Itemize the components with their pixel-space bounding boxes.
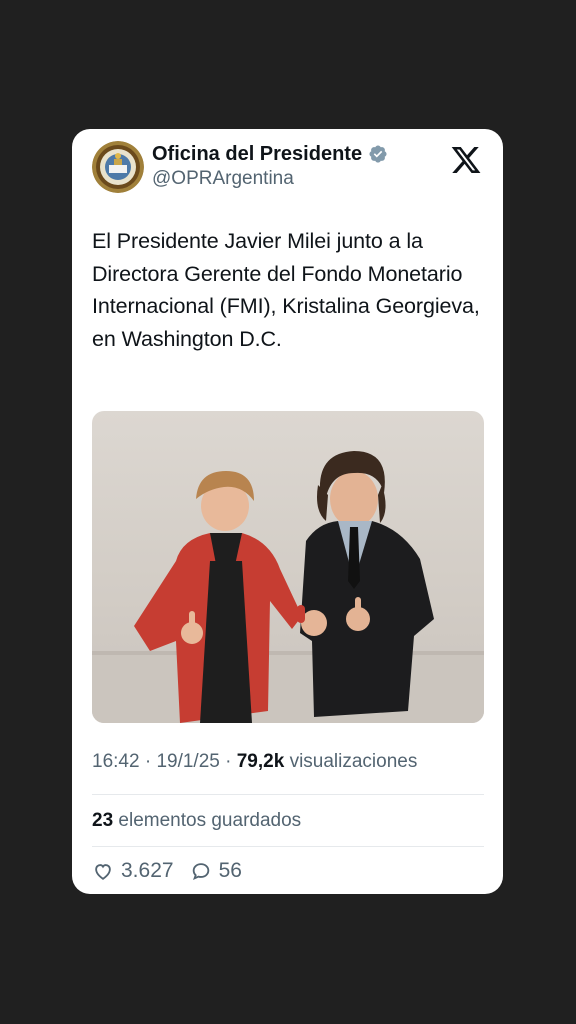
- tweet-photo[interactable]: [92, 411, 484, 723]
- author-handle[interactable]: @OPRArgentina: [152, 168, 294, 190]
- avatar[interactable]: [92, 141, 144, 193]
- bookmarks-label: elementos guardados: [118, 810, 302, 831]
- comment-icon: [192, 863, 209, 881]
- heart-icon: [95, 864, 111, 880]
- tweet-date[interactable]: 19/1/25: [156, 751, 219, 772]
- like-button[interactable]: 3.627: [92, 859, 174, 883]
- author-name-row: Oficina del Presidente: [152, 141, 388, 167]
- like-count: 3.627: [121, 859, 174, 882]
- divider: [92, 846, 484, 847]
- tweet-time[interactable]: 16:42: [92, 751, 140, 772]
- bookmarks-count: 23: [92, 810, 114, 831]
- meta-separator: ·: [144, 751, 152, 772]
- tweet-text: El Presidente Javier Milei junto a la Di…: [92, 229, 480, 351]
- action-bar: 3.627 56: [92, 856, 258, 886]
- views-count: 79,2k: [236, 751, 285, 772]
- verified-badge-icon: [369, 145, 387, 163]
- bookmarks-row[interactable]: 23 elementos guardados: [92, 810, 301, 832]
- meta-separator: ·: [225, 751, 232, 772]
- reply-count: 56: [218, 859, 242, 882]
- reply-button[interactable]: 56: [190, 859, 242, 883]
- views-label: visualizaciones: [289, 751, 418, 772]
- divider: [92, 794, 484, 795]
- display-name[interactable]: Oficina del Presidente: [152, 143, 362, 166]
- tweet-card[interactable]: Oficina del Presidente @OPRArgentina El …: [72, 129, 503, 894]
- x-logo-icon[interactable]: [450, 144, 482, 176]
- tweet-meta: 16:42 · 19/1/25 · 79,2k visualizaciones: [92, 751, 417, 773]
